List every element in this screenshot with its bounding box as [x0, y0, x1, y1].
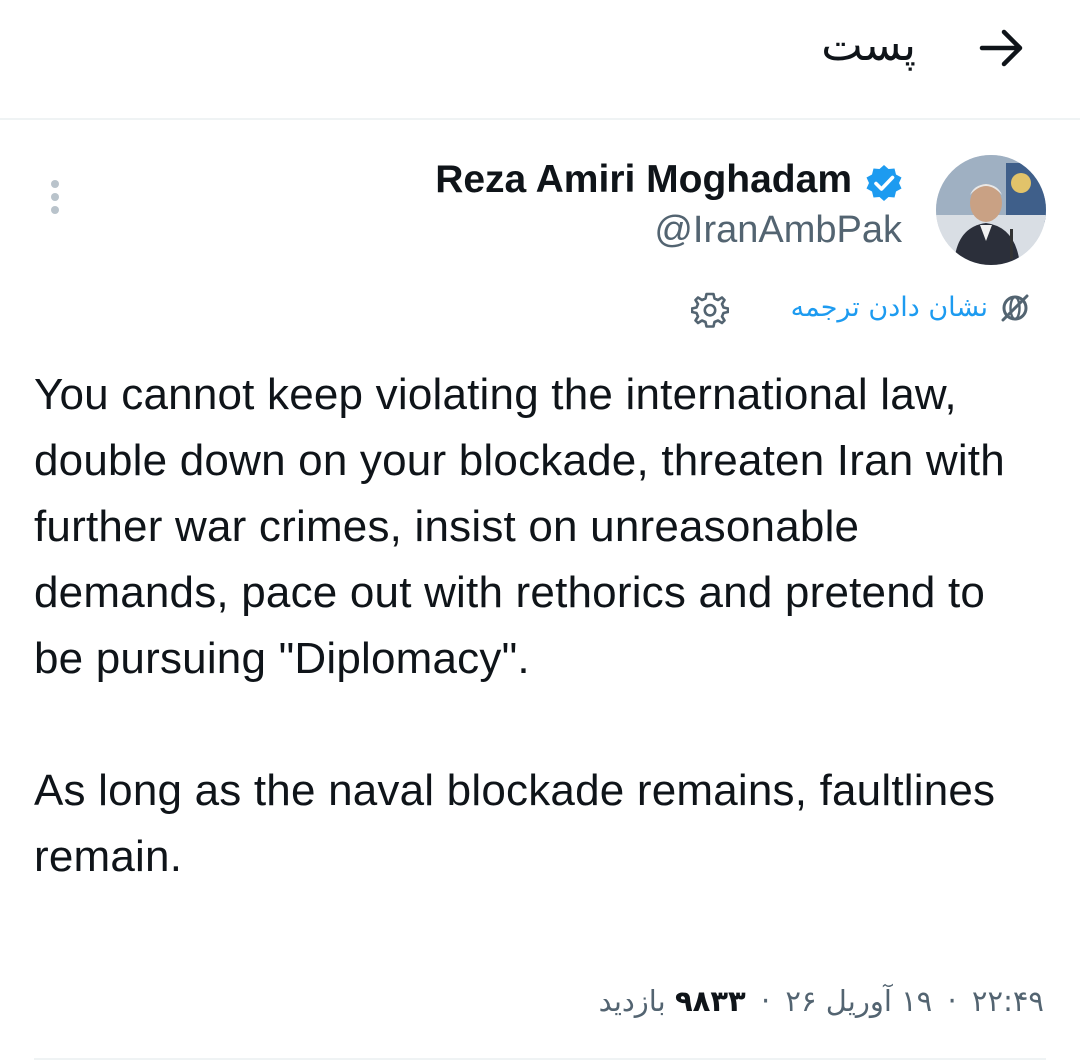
- tweet-time[interactable]: ۲۲:۴۹: [972, 984, 1044, 1018]
- translation-settings-button[interactable]: [691, 290, 729, 328]
- views-count[interactable]: ۹۸۳۳: [675, 984, 746, 1018]
- tweet-text: You cannot keep violating the internatio…: [34, 362, 1044, 890]
- tweet-paragraph: You cannot keep violating the internatio…: [34, 370, 1005, 683]
- back-button[interactable]: [976, 22, 1028, 74]
- author-handle[interactable]: @IranAmbPak: [654, 206, 902, 254]
- translate-icon: [998, 291, 1032, 325]
- avatar[interactable]: [936, 155, 1046, 265]
- more-vertical-icon: [40, 172, 70, 222]
- verified-badge-icon: [864, 163, 904, 203]
- more-options-button[interactable]: [40, 172, 70, 222]
- show-translation-link[interactable]: نشان دادن ترجمه: [791, 288, 1032, 328]
- verified-badge: [864, 163, 904, 203]
- meta-separator: ·: [947, 984, 957, 1018]
- views-label: بازدید: [598, 984, 666, 1018]
- tweet-paragraph: As long as the naval blockade remains, f…: [34, 766, 996, 881]
- author-display-name[interactable]: Reza Amiri Moghadam: [435, 156, 852, 204]
- show-translation-label[interactable]: نشان دادن ترجمه: [791, 288, 988, 328]
- gear-icon: [691, 290, 729, 328]
- top-bar: پست: [0, 0, 1080, 120]
- divider: [34, 1058, 1046, 1060]
- tweet-meta: ۲۲:۴۹ · ۱۹ آوریل ۲۶ · ۹۸۳۳ بازدید: [599, 975, 1044, 1027]
- meta-separator: ·: [760, 984, 771, 1018]
- tweet-date[interactable]: ۱۹ آوریل ۲۶: [785, 984, 932, 1018]
- page-title: پست: [821, 20, 916, 71]
- arrow-right-icon: [976, 22, 1028, 74]
